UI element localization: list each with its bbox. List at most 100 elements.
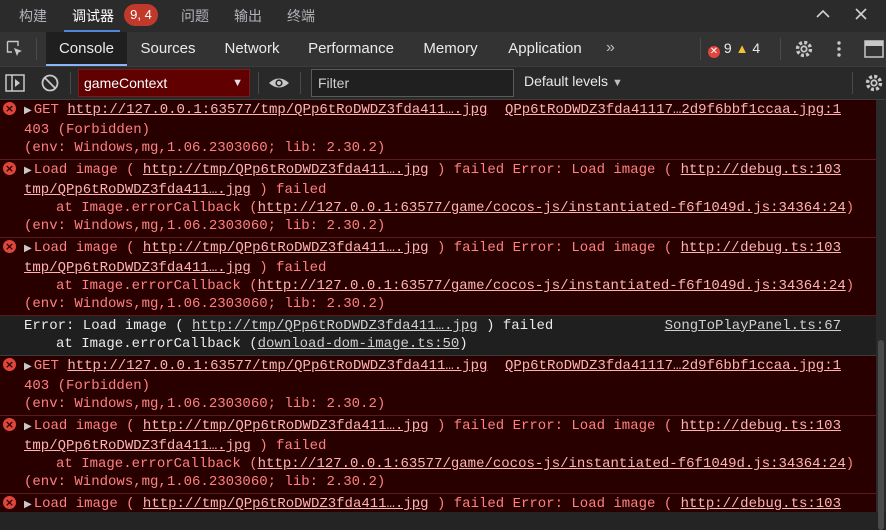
- stack-link[interactable]: http://127.0.0.1:63577/game/cocos-js/ins…: [258, 200, 846, 216]
- url-link[interactable]: http://tmp/QPp6tRoDWDZ3fda411….jpg: [143, 496, 429, 512]
- source-link[interactable]: QPp6tRoDWDZ3fda41117…2d9f6bbf1ccaa.jpg:1: [505, 101, 841, 119]
- log-text: ) failed Error: Load image (: [428, 162, 681, 178]
- log-env: (env: Windows,mg,1.06.2303060; lib: 2.30…: [24, 218, 386, 234]
- context-select-value: gameContext: [84, 75, 168, 91]
- url-link[interactable]: http://127.0.0.1:63577/tmp/QPp6tRoDWDZ3f…: [67, 102, 487, 118]
- source-link[interactable]: QPp6tRoDWDZ3fda41117…2d9f6bbf1ccaa.jpg:1: [505, 357, 841, 375]
- log-text: Load image (: [33, 418, 143, 434]
- tab-sources[interactable]: Sources: [133, 32, 203, 66]
- console-settings-gear-icon[interactable]: [864, 73, 884, 98]
- error-icon: ×: [3, 102, 16, 115]
- url-link[interactable]: http://tmp/QPp6tRoDWDZ3fda411….jpg: [192, 318, 478, 334]
- url-link[interactable]: http://tmp/QPp6tRoDWDZ3fda411….jpg: [143, 162, 429, 178]
- log-text: ) failed: [477, 318, 554, 334]
- log-text: Load image (: [33, 162, 143, 178]
- log-entry-error[interactable]: × debug.ts:103 ▶ Load image ( http://tmp/…: [0, 494, 876, 512]
- dropdown-caret-icon: ▼: [611, 77, 623, 89]
- error-icon: ×: [3, 496, 16, 509]
- tab-problems[interactable]: 问题: [181, 6, 209, 26]
- dropdown-caret-icon: ▼: [232, 77, 243, 89]
- source-link[interactable]: debug.ts:103: [740, 417, 841, 435]
- error-icon: ×: [3, 162, 16, 175]
- inspect-element-icon[interactable]: [6, 40, 24, 58]
- debugger-count-badge: 9, 4: [124, 4, 158, 26]
- chevron-up-icon[interactable]: [815, 6, 831, 27]
- console-scrollbar[interactable]: [876, 100, 886, 530]
- log-entry-error[interactable]: × debug.ts:103 ▶ Load image ( http://tmp/…: [0, 416, 876, 494]
- log-text: Error: Load image (: [24, 318, 193, 334]
- separator: [780, 38, 781, 60]
- log-entry-error[interactable]: × QPp6tRoDWDZ3fda41117…2d9f6bbf1ccaa.jpg…: [0, 100, 876, 160]
- tab-memory[interactable]: Memory: [413, 32, 488, 66]
- issue-counts[interactable]: ✕ 9 ▲ 4: [708, 40, 760, 58]
- log-entry-error[interactable]: × debug.ts:103 ▶ Load image ( http://tmp/…: [0, 160, 876, 238]
- tab-console[interactable]: Console: [46, 32, 127, 66]
- log-text: 403 (Forbidden): [24, 378, 151, 394]
- log-text: ) failed: [250, 438, 327, 454]
- error-icon: ×: [3, 418, 16, 431]
- log-levels-label: Default levels: [524, 73, 609, 89]
- warning-count: 4: [752, 40, 761, 56]
- source-link[interactable]: debug.ts:103: [740, 239, 841, 257]
- stack-text: ): [459, 336, 468, 352]
- url-link[interactable]: http://: [681, 162, 740, 178]
- log-entry-error[interactable]: × debug.ts:103 ▶ Load image ( http://tmp/…: [0, 238, 876, 316]
- expand-triangle-icon[interactable]: ▶: [24, 422, 32, 433]
- log-text: ) failed: [250, 260, 327, 276]
- error-icon: ✕: [708, 46, 720, 58]
- url-link[interactable]: tmp/QPp6tRoDWDZ3fda411….jpg: [24, 438, 251, 454]
- sidebar-toggle-icon[interactable]: [5, 73, 25, 98]
- tab-build[interactable]: 构建: [19, 6, 47, 26]
- source-link[interactable]: debug.ts:103: [740, 161, 841, 179]
- expand-triangle-icon[interactable]: ▶: [24, 106, 32, 117]
- separator: [258, 72, 259, 94]
- tab-network[interactable]: Network: [214, 32, 290, 66]
- expand-triangle-icon[interactable]: ▶: [24, 166, 32, 177]
- url-link[interactable]: http://127.0.0.1:63577/tmp/QPp6tRoDWDZ3f…: [67, 358, 487, 374]
- stack-link[interactable]: http://127.0.0.1:63577/game/cocos-js/ins…: [258, 456, 846, 472]
- tab-application[interactable]: Application: [498, 32, 592, 66]
- settings-gear-icon[interactable]: [794, 39, 814, 64]
- live-expression-eye-icon[interactable]: [268, 74, 290, 97]
- console-log: × QPp6tRoDWDZ3fda41117…2d9f6bbf1ccaa.jpg…: [0, 100, 876, 512]
- log-entry[interactable]: SongToPlayPanel.ts:67 Error: Load image …: [0, 316, 876, 356]
- url-link[interactable]: http://tmp/QPp6tRoDWDZ3fda411….jpg: [143, 418, 429, 434]
- url-link[interactable]: http://: [681, 240, 740, 256]
- filter-input[interactable]: Filter: [311, 69, 514, 97]
- url-link[interactable]: tmp/QPp6tRoDWDZ3fda411….jpg: [24, 182, 251, 198]
- log-env: (env: Windows,mg,1.06.2303060; lib: 2.30…: [24, 296, 386, 312]
- url-link[interactable]: http://: [681, 418, 740, 434]
- tab-performance[interactable]: Performance: [300, 32, 402, 66]
- tab-output[interactable]: 输出: [234, 6, 262, 26]
- stack-link[interactable]: download-dom-image.ts:50: [258, 336, 460, 352]
- tab-terminal[interactable]: 终端: [287, 6, 315, 26]
- more-options-icon[interactable]: [836, 39, 842, 64]
- dock-side-icon[interactable]: [864, 39, 884, 64]
- url-link[interactable]: tmp/QPp6tRoDWDZ3fda411….jpg: [24, 260, 251, 276]
- log-levels-dropdown[interactable]: Default levels ▼: [524, 73, 623, 89]
- log-entry-error[interactable]: × QPp6tRoDWDZ3fda41117…2d9f6bbf1ccaa.jpg…: [0, 356, 876, 416]
- separator: [700, 38, 701, 60]
- log-env: (env: Windows,mg,1.06.2303060; lib: 2.30…: [24, 396, 386, 412]
- context-select[interactable]: gameContext ▼: [78, 69, 250, 97]
- log-text: Load image (: [33, 496, 143, 512]
- tab-debugger[interactable]: 调试器: [72, 6, 114, 26]
- expand-triangle-icon[interactable]: ▶: [24, 362, 32, 373]
- more-tabs-icon[interactable]: »: [606, 32, 615, 64]
- separator: [70, 72, 71, 94]
- stack-text: at Image.errorCallback (: [56, 336, 258, 352]
- separator: [852, 72, 853, 94]
- expand-triangle-icon[interactable]: ▶: [24, 500, 32, 511]
- url-link[interactable]: http://tmp/QPp6tRoDWDZ3fda411….jpg: [143, 240, 429, 256]
- clear-console-icon[interactable]: [40, 73, 60, 98]
- error-icon: ×: [3, 240, 16, 253]
- expand-triangle-icon[interactable]: ▶: [24, 244, 32, 255]
- close-icon[interactable]: [853, 6, 869, 27]
- separator: [300, 72, 301, 94]
- stack-text: ): [845, 456, 855, 472]
- stack-link[interactable]: http://127.0.0.1:63577/game/cocos-js/ins…: [258, 278, 846, 294]
- url-link[interactable]: http://: [681, 496, 740, 512]
- source-link[interactable]: debug.ts:103: [740, 495, 841, 512]
- scrollbar-thumb[interactable]: [878, 340, 884, 530]
- source-link[interactable]: SongToPlayPanel.ts:67: [665, 317, 841, 335]
